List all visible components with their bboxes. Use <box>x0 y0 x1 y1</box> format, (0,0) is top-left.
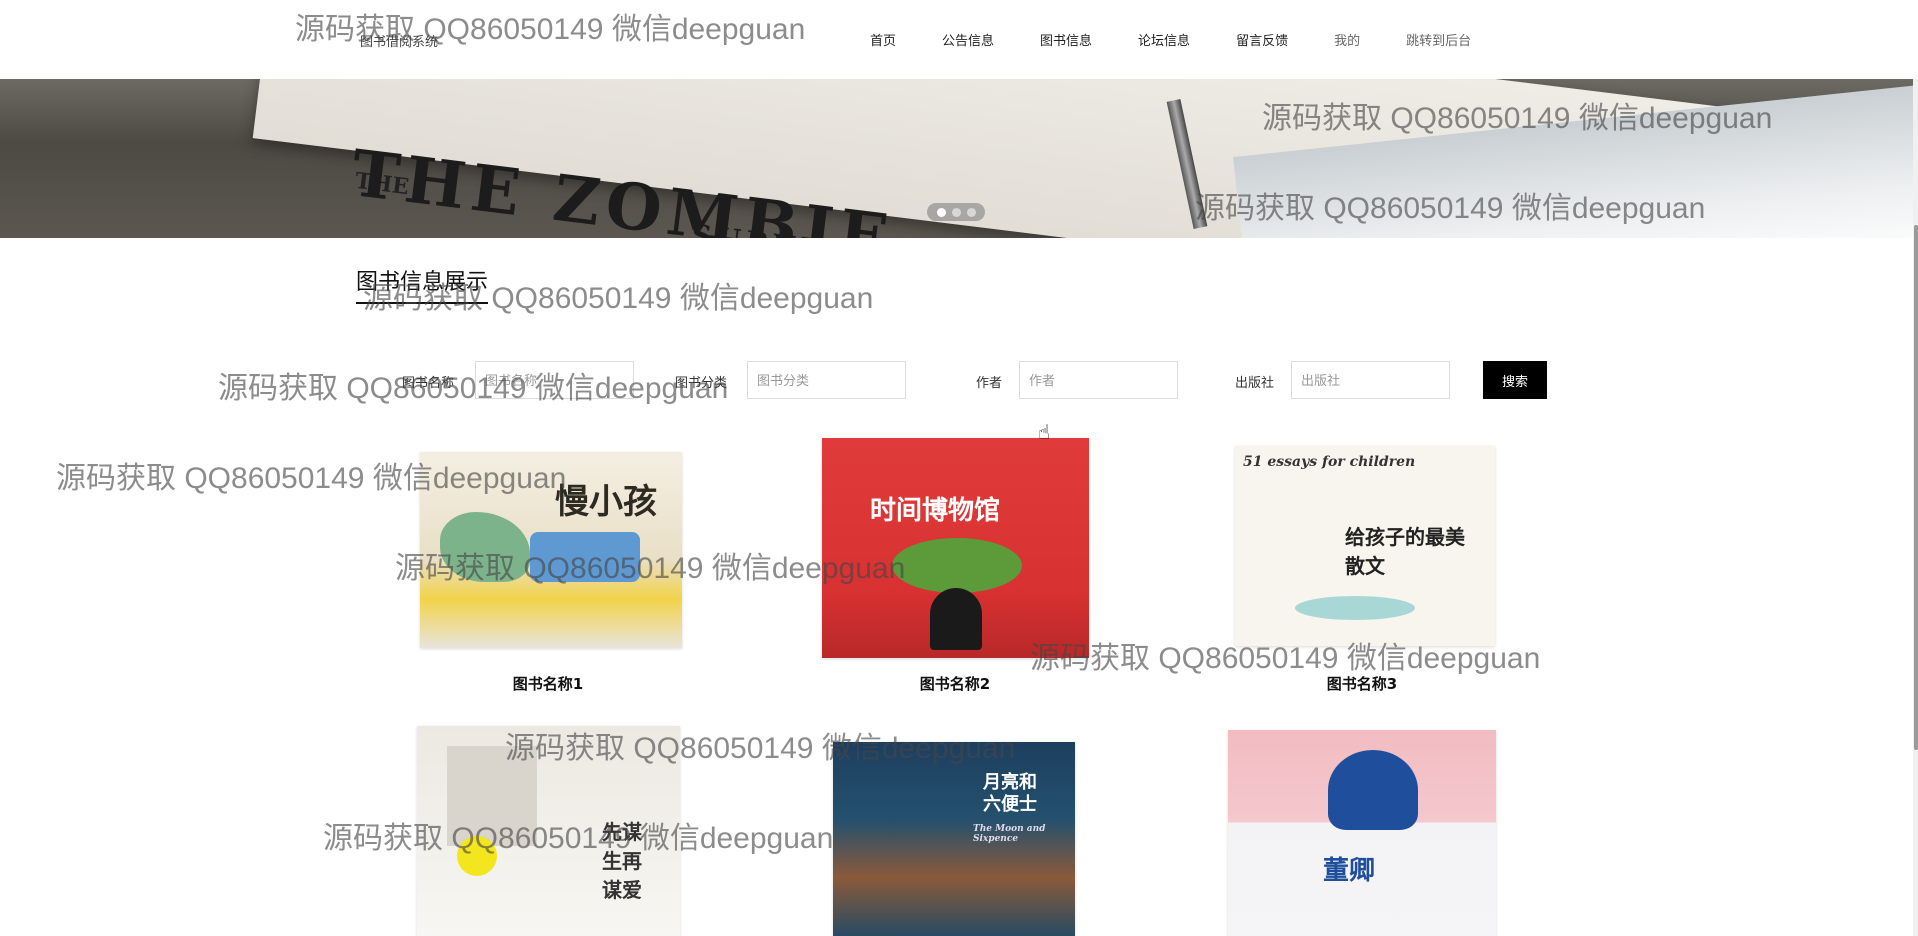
search-label-category: 图书分类 <box>675 376 728 391</box>
top-navigation-bar: 图书借阅系统 首页 公告信息 图书信息 论坛信息 留言反馈 我的 跳转到后台 <box>0 0 1918 79</box>
book-cover-2-title: 时间博物馆 <box>870 496 1001 526</box>
book-cover-1[interactable]: 慢小孩 <box>420 452 682 648</box>
nav-item-books[interactable]: 图书信息 <box>1040 30 1092 49</box>
book-cover-6[interactable]: 董卿 <box>1228 730 1496 936</box>
banner-carousel[interactable]: THE THE ZOMBIE SURVIVAL GUIDE <box>0 79 1918 238</box>
book-cover-6-flower <box>1328 750 1418 830</box>
book-cover-5-title: 月亮和六便士 <box>983 772 1037 815</box>
carousel-indicators <box>927 203 985 221</box>
nav-item-home[interactable]: 首页 <box>870 30 896 49</box>
nav-item-my-account[interactable]: 我的 <box>1334 30 1360 49</box>
search-label-book-name: 图书名称 <box>402 376 455 391</box>
book-cover-3-title: 给孩子的最美散文 <box>1345 525 1465 578</box>
carousel-dot-2[interactable] <box>951 207 961 217</box>
carousel-dot-3[interactable] <box>966 207 976 217</box>
book-cover-2[interactable]: 时间博物馆 <box>822 438 1089 658</box>
search-input-book-name[interactable] <box>475 361 634 399</box>
page: 图书借阅系统 首页 公告信息 图书信息 论坛信息 留言反馈 我的 跳转到后台 T… <box>0 0 1918 936</box>
search-bar: 图书名称 图书分类 作者 出版社 搜索 <box>0 361 1918 399</box>
book-cover-5[interactable]: 月亮和六便士 The Moon and Sixpence <box>833 742 1075 936</box>
search-input-category[interactable] <box>747 361 906 399</box>
search-input-author[interactable] <box>1019 361 1178 399</box>
book-cover-2-chameleon <box>892 538 1022 593</box>
book-cover-4[interactable]: 先谋生再谋爱 <box>417 726 680 936</box>
book-cover-6-title: 董卿 <box>1323 856 1376 886</box>
hand-cursor-icon: ☝ <box>1038 420 1051 444</box>
book-cover-4-photo <box>447 746 537 846</box>
book-cover-1-illustration-house <box>530 532 640 582</box>
main-nav: 首页 公告信息 图书信息 论坛信息 留言反馈 我的 跳转到后台 <box>870 30 1517 49</box>
book-cover-4-sun <box>457 836 497 876</box>
book-cover-5-subtitle: The Moon and Sixpence <box>973 824 1046 844</box>
book-cover-3-pond <box>1295 596 1415 620</box>
book-name-2[interactable]: 图书名称2 <box>805 673 1105 694</box>
search-label-author: 作者 <box>976 376 1003 391</box>
site-name[interactable]: 图书借阅系统 <box>360 31 438 50</box>
book-cover-2-keyhole <box>930 588 982 650</box>
nav-item-announcements[interactable]: 公告信息 <box>942 30 994 49</box>
scrollbar-thumb[interactable] <box>1914 225 1918 750</box>
book-cover-3[interactable]: 51 essays for children 给孩子的最美散文 <box>1235 446 1495 646</box>
carousel-dot-1[interactable] <box>936 207 946 217</box>
search-button[interactable]: 搜索 <box>1483 361 1547 399</box>
book-name-1[interactable]: 图书名称1 <box>398 673 698 694</box>
nav-item-forum[interactable]: 论坛信息 <box>1138 30 1190 49</box>
book-cover-3-subtitle: 51 essays for children <box>1243 454 1416 470</box>
book-name-3[interactable]: 图书名称3 <box>1212 673 1512 694</box>
search-input-publisher[interactable] <box>1291 361 1450 399</box>
book-cover-1-illustration <box>440 512 530 582</box>
section-title: 图书信息展示 <box>356 264 489 304</box>
book-cover-1-title: 慢小孩 <box>555 482 657 522</box>
nav-item-feedback[interactable]: 留言反馈 <box>1236 30 1288 49</box>
search-label-publisher: 出版社 <box>1235 376 1275 391</box>
book-cover-4-title: 先谋生再谋爱 <box>602 820 642 902</box>
nav-item-admin[interactable]: 跳转到后台 <box>1406 30 1471 49</box>
